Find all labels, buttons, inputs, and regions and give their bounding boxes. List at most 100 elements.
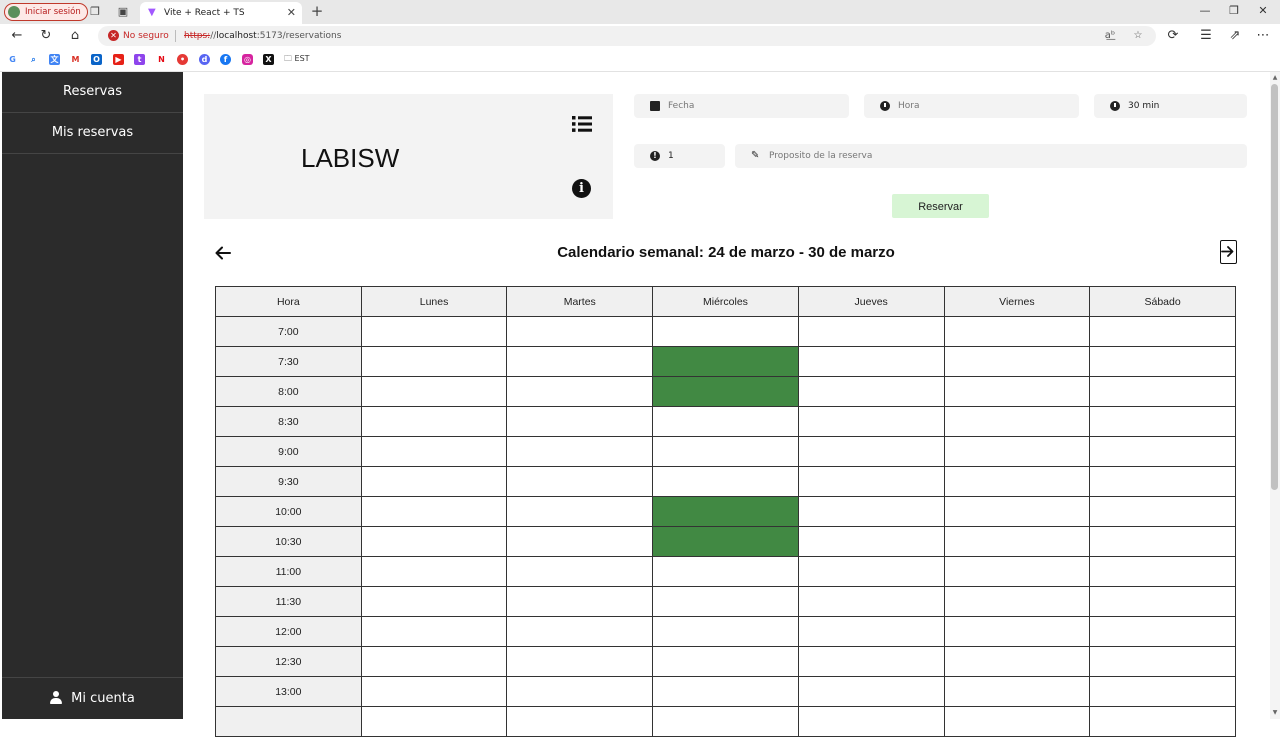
time-slot[interactable] — [797, 376, 945, 407]
time-slot[interactable] — [1089, 616, 1236, 647]
time-slot[interactable] — [943, 646, 1091, 677]
list-icon[interactable] — [572, 116, 592, 132]
time-slot[interactable] — [360, 346, 508, 377]
time-slot[interactable] — [1089, 646, 1236, 677]
favorite-star-icon[interactable]: ☆ — [1130, 28, 1146, 44]
time-slot[interactable] — [652, 556, 799, 587]
time-slot[interactable] — [797, 526, 945, 557]
time-field[interactable]: Hora — [864, 94, 1079, 118]
restore-icon[interactable]: ❐ — [1224, 2, 1244, 20]
window-close-icon[interactable]: ✕ — [1253, 2, 1273, 20]
time-slot[interactable] — [506, 376, 654, 407]
time-slot[interactable] — [797, 586, 945, 617]
time-slot[interactable] — [360, 646, 508, 677]
time-slot[interactable] — [506, 496, 654, 527]
time-slot[interactable] — [943, 406, 1091, 437]
time-slot[interactable] — [797, 346, 945, 377]
time-slot[interactable] — [360, 676, 508, 707]
time-slot[interactable] — [652, 406, 799, 437]
time-slot[interactable] — [943, 376, 1091, 407]
workspaces-icon[interactable]: ❐ — [87, 4, 103, 20]
time-slot[interactable] — [652, 436, 799, 467]
time-slot[interactable] — [943, 616, 1091, 647]
time-slot[interactable] — [506, 616, 654, 647]
time-slot[interactable] — [506, 586, 654, 617]
time-slot[interactable] — [506, 526, 654, 557]
time-slot[interactable] — [943, 706, 1091, 737]
people-field[interactable]: ! 1 — [634, 144, 725, 168]
bookmark-outlook-icon[interactable]: O — [91, 54, 102, 65]
time-slot[interactable] — [1089, 406, 1236, 437]
time-slot[interactable] — [652, 676, 799, 707]
bookmark-twitch-icon[interactable]: t — [134, 54, 145, 65]
time-slot[interactable] — [506, 646, 654, 677]
back-icon[interactable]: ← — [9, 28, 25, 44]
time-slot[interactable] — [652, 316, 799, 347]
reserve-button[interactable]: Reservar — [892, 194, 989, 218]
time-slot[interactable] — [652, 466, 799, 497]
bookmark-google-icon[interactable]: G — [7, 54, 18, 65]
time-slot[interactable] — [506, 316, 654, 347]
sidebar-item-mis-reservas[interactable]: Mis reservas — [2, 113, 183, 154]
time-slot[interactable] — [797, 316, 945, 347]
time-slot[interactable] — [943, 526, 1091, 557]
time-slot[interactable] — [1089, 586, 1236, 617]
scrollbar-thumb[interactable] — [1271, 84, 1278, 490]
bookmark-netflix-icon[interactable]: N — [156, 54, 167, 65]
time-slot[interactable] — [1089, 346, 1236, 377]
booked-slot[interactable] — [652, 346, 799, 377]
bookmark-app-icon[interactable]: • — [177, 54, 188, 65]
time-slot[interactable] — [652, 616, 799, 647]
time-slot[interactable] — [1089, 436, 1236, 467]
time-slot[interactable] — [1089, 376, 1236, 407]
time-slot[interactable] — [1089, 706, 1236, 737]
time-slot[interactable] — [652, 586, 799, 617]
address-bar[interactable]: ✕ No seguro https://localhost:5173/reser… — [98, 26, 1156, 46]
booked-slot[interactable] — [652, 496, 799, 527]
time-slot[interactable] — [1089, 556, 1236, 587]
time-slot[interactable] — [1089, 496, 1236, 527]
time-slot[interactable] — [797, 556, 945, 587]
bookmark-instagram-icon[interactable]: ◎ — [242, 54, 253, 65]
time-slot[interactable] — [506, 706, 654, 737]
time-slot[interactable] — [506, 466, 654, 497]
time-slot[interactable] — [652, 706, 799, 737]
time-slot[interactable] — [943, 436, 1091, 467]
new-tab-icon[interactable]: + — [308, 2, 326, 20]
time-slot[interactable] — [506, 436, 654, 467]
time-slot[interactable] — [360, 526, 508, 557]
extensions-icon[interactable]: ⟳ — [1165, 28, 1181, 44]
purpose-field[interactable]: ✎ Proposito de la reserva — [735, 144, 1247, 168]
time-slot[interactable] — [943, 346, 1091, 377]
home-icon[interactable]: ⌂ — [67, 28, 83, 44]
minimize-icon[interactable]: — — [1195, 2, 1215, 20]
tab-close-icon[interactable]: ✕ — [287, 2, 296, 24]
time-slot[interactable] — [943, 496, 1091, 527]
favorites-icon[interactable]: ☰ — [1198, 28, 1214, 44]
duration-field[interactable]: 30 min — [1094, 94, 1247, 118]
time-slot[interactable] — [943, 316, 1091, 347]
date-field[interactable]: Fecha — [634, 94, 849, 118]
booked-slot[interactable] — [652, 526, 799, 557]
time-slot[interactable] — [797, 676, 945, 707]
time-slot[interactable] — [1089, 316, 1236, 347]
time-slot[interactable] — [360, 586, 508, 617]
time-slot[interactable] — [797, 466, 945, 497]
bookmark-folder-est[interactable]: 🗀 EST — [284, 52, 310, 66]
bookmark-discord-icon[interactable]: d — [199, 54, 210, 65]
time-slot[interactable] — [360, 556, 508, 587]
time-slot[interactable] — [943, 676, 1091, 707]
time-slot[interactable] — [797, 706, 945, 737]
time-slot[interactable] — [360, 436, 508, 467]
time-slot[interactable] — [1089, 466, 1236, 497]
time-slot[interactable] — [797, 436, 945, 467]
time-slot[interactable] — [506, 406, 654, 437]
time-slot[interactable] — [360, 616, 508, 647]
tab-actions-icon[interactable]: ▣ — [115, 4, 131, 20]
next-week-button[interactable] — [1220, 240, 1237, 264]
time-slot[interactable] — [652, 646, 799, 677]
time-slot[interactable] — [506, 676, 654, 707]
time-slot[interactable] — [943, 556, 1091, 587]
time-slot[interactable] — [943, 586, 1091, 617]
time-slot[interactable] — [506, 556, 654, 587]
